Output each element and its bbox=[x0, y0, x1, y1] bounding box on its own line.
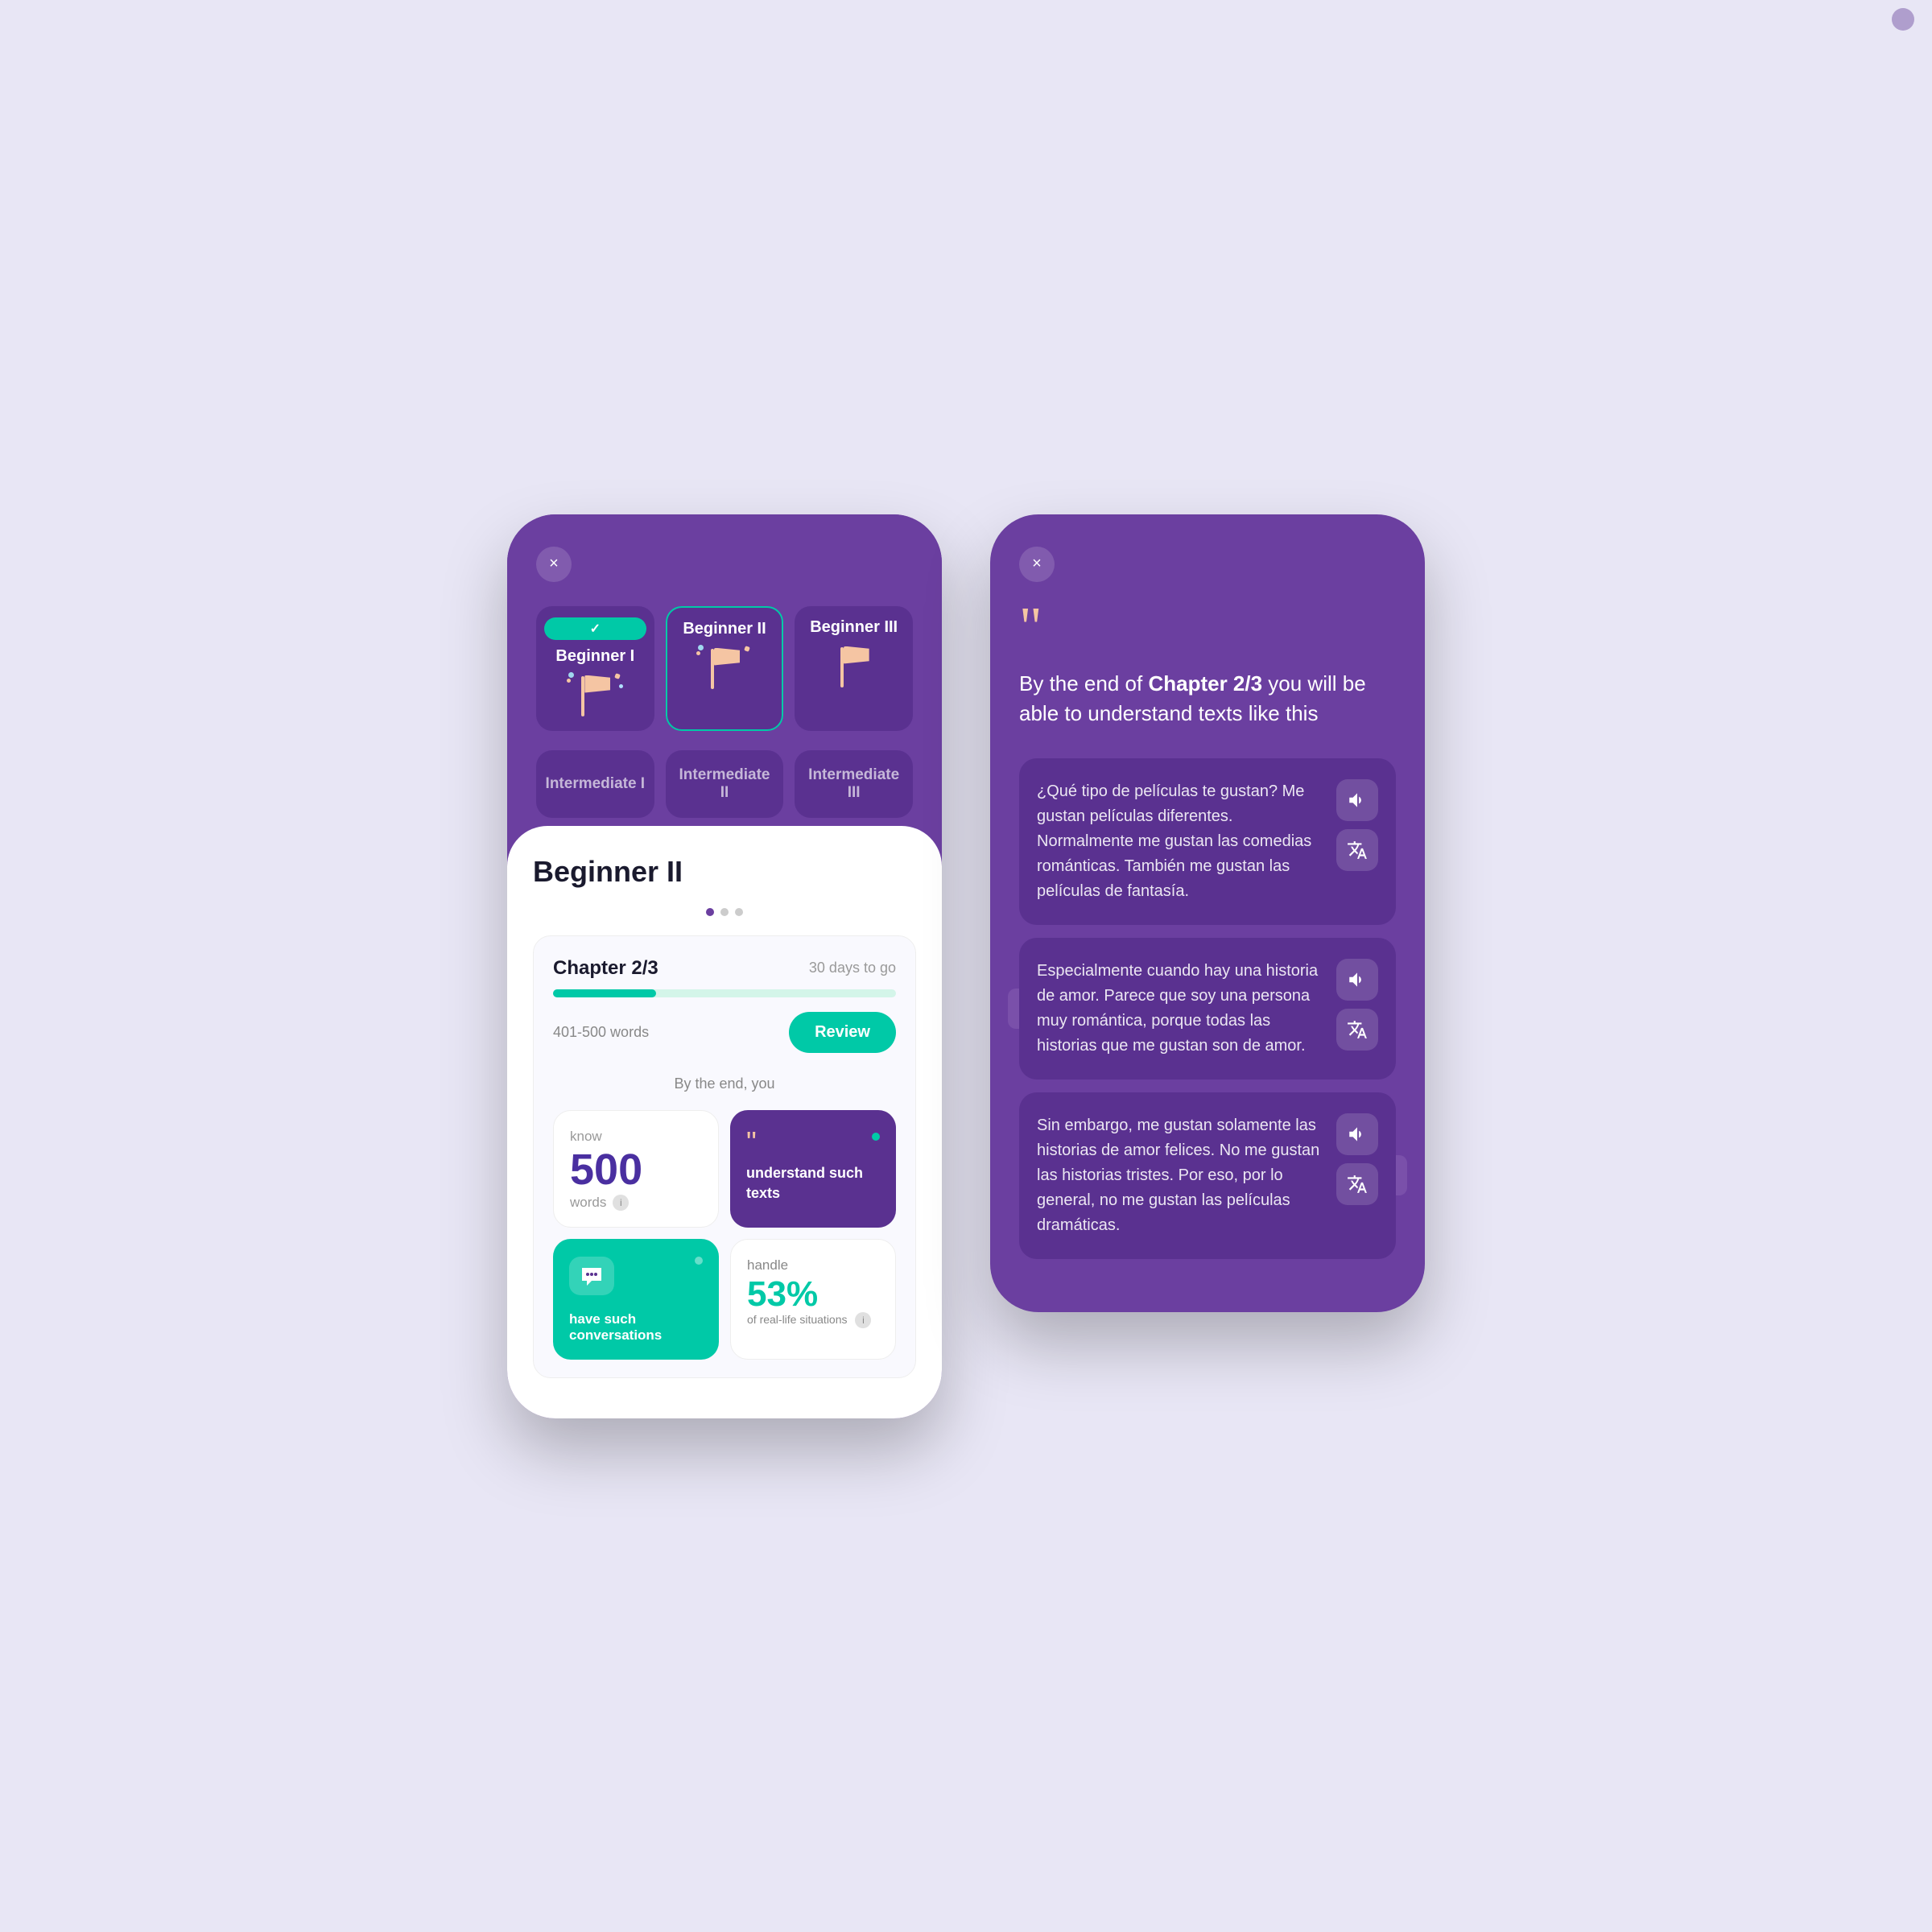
chapter-card: Chapter 2/3 30 days to go 401-500 words … bbox=[533, 935, 916, 1378]
right-phone: × " By the end of Chapter 2/3 you will b… bbox=[990, 514, 1425, 1312]
phone-top-section: × ✓ Beginner I B bbox=[507, 514, 942, 818]
text-actions-1 bbox=[1336, 779, 1378, 871]
outcome-grid: know 500 words i " bbox=[553, 1110, 896, 1360]
dot-3 bbox=[735, 908, 743, 916]
level-card-beginner-2[interactable]: Beginner II bbox=[666, 606, 784, 731]
chapter-title: Chapter 2/3 bbox=[553, 957, 658, 980]
level-grid: ✓ Beginner I Beginner II bbox=[536, 606, 913, 731]
right-handle-3 bbox=[1396, 1155, 1407, 1195]
words-range: 401-500 words bbox=[553, 1024, 649, 1041]
level-card-intermediate-3[interactable]: Intermediate III bbox=[795, 750, 913, 818]
left-handle-2 bbox=[1008, 989, 1019, 1029]
close-button[interactable]: × bbox=[536, 547, 572, 582]
outcome-words-card: know 500 words i bbox=[553, 1110, 719, 1228]
translate-button-1[interactable] bbox=[1336, 829, 1378, 871]
audio-button-3[interactable] bbox=[1336, 1113, 1378, 1155]
level-label: Intermediate II bbox=[674, 766, 776, 802]
level-label: Beginner II bbox=[683, 619, 766, 638]
text-card-1: ¿Qué tipo de películas te gustan? Me gus… bbox=[1019, 758, 1396, 925]
text-content-3: Sin embargo, me gustan solamente las his… bbox=[1037, 1113, 1323, 1238]
dot-1 bbox=[706, 908, 714, 916]
dot-2 bbox=[720, 908, 729, 916]
big-quote-icon: " bbox=[1019, 611, 1396, 645]
info-icon[interactable]: i bbox=[613, 1195, 629, 1211]
outcome-conversations-card: have such conversations bbox=[553, 1239, 719, 1360]
level-label: Intermediate III bbox=[803, 766, 905, 802]
level-card-beginner-1[interactable]: ✓ Beginner I bbox=[536, 606, 654, 731]
outcome-texts-card: " understand such texts bbox=[730, 1110, 896, 1228]
flag-icon bbox=[826, 643, 882, 687]
chapter-description: By the end of Chapter 2/3 you will be ab… bbox=[1019, 669, 1396, 729]
outcome-percent-card: handle 53% of real-life situations i bbox=[730, 1239, 896, 1360]
translate-button-2[interactable] bbox=[1336, 1009, 1378, 1051]
quote-icon: " bbox=[746, 1128, 757, 1157]
text-card-2: Especialmente cuando hay una historia de… bbox=[1019, 938, 1396, 1080]
handle-label: handle bbox=[747, 1257, 879, 1274]
level-card-intermediate-1[interactable]: Intermediate I bbox=[536, 750, 654, 818]
text-card-3: Sin embargo, me gustan solamente las his… bbox=[1019, 1092, 1396, 1259]
words-unit: words i bbox=[570, 1195, 702, 1211]
progress-bar-fill bbox=[553, 989, 656, 997]
progress-bar-background bbox=[553, 989, 896, 997]
info-icon-2[interactable]: i bbox=[855, 1312, 871, 1328]
audio-button-2[interactable] bbox=[1336, 959, 1378, 1001]
text-content-1: ¿Qué tipo de películas te gustan? Me gus… bbox=[1037, 779, 1323, 904]
review-button[interactable]: Review bbox=[789, 1012, 896, 1053]
chapter-header: Chapter 2/3 30 days to go bbox=[553, 957, 896, 980]
chapter-bold: Chapter 2/3 bbox=[1148, 671, 1262, 696]
chapter-days: 30 days to go bbox=[809, 960, 896, 976]
percent-description: of real-life situations i bbox=[747, 1312, 879, 1328]
text-content-2: Especialmente cuando hay una historia de… bbox=[1037, 959, 1323, 1059]
check-bar: ✓ bbox=[544, 617, 646, 640]
bottom-sheet: Beginner II Chapter 2/3 30 days to go 40… bbox=[507, 826, 942, 1418]
understand-label: understand such texts bbox=[746, 1163, 880, 1203]
level-label: Beginner III bbox=[810, 617, 898, 637]
right-close-button[interactable]: × bbox=[1019, 547, 1055, 582]
chapter-meta: 401-500 words Review bbox=[553, 1012, 896, 1053]
text-actions-3 bbox=[1336, 1113, 1378, 1205]
left-phone: × ✓ Beginner I B bbox=[507, 514, 942, 1418]
chat-icon bbox=[569, 1257, 614, 1295]
level-label: Beginner I bbox=[555, 646, 634, 666]
intermediate-level-row: Intermediate I Intermediate II Intermedi… bbox=[536, 750, 913, 818]
audio-button-1[interactable] bbox=[1336, 779, 1378, 821]
pagination-dots bbox=[533, 908, 916, 916]
sheet-title: Beginner II bbox=[533, 855, 916, 889]
level-label: Intermediate I bbox=[546, 775, 646, 793]
translate-button-3[interactable] bbox=[1336, 1163, 1378, 1205]
flag-icon bbox=[696, 645, 753, 689]
percent-number: 53% bbox=[747, 1277, 879, 1312]
level-card-beginner-3[interactable]: Beginner III bbox=[795, 606, 913, 731]
words-know-label: know bbox=[570, 1129, 702, 1145]
app-container: × ✓ Beginner I B bbox=[507, 514, 1425, 1418]
words-number: 500 bbox=[570, 1148, 702, 1191]
by-end-label: By the end, you bbox=[553, 1075, 896, 1092]
text-actions-2 bbox=[1336, 959, 1378, 1051]
flag-icon bbox=[567, 672, 623, 716]
level-card-intermediate-2[interactable]: Intermediate II bbox=[666, 750, 784, 818]
conversations-label: have such conversations bbox=[569, 1311, 703, 1344]
